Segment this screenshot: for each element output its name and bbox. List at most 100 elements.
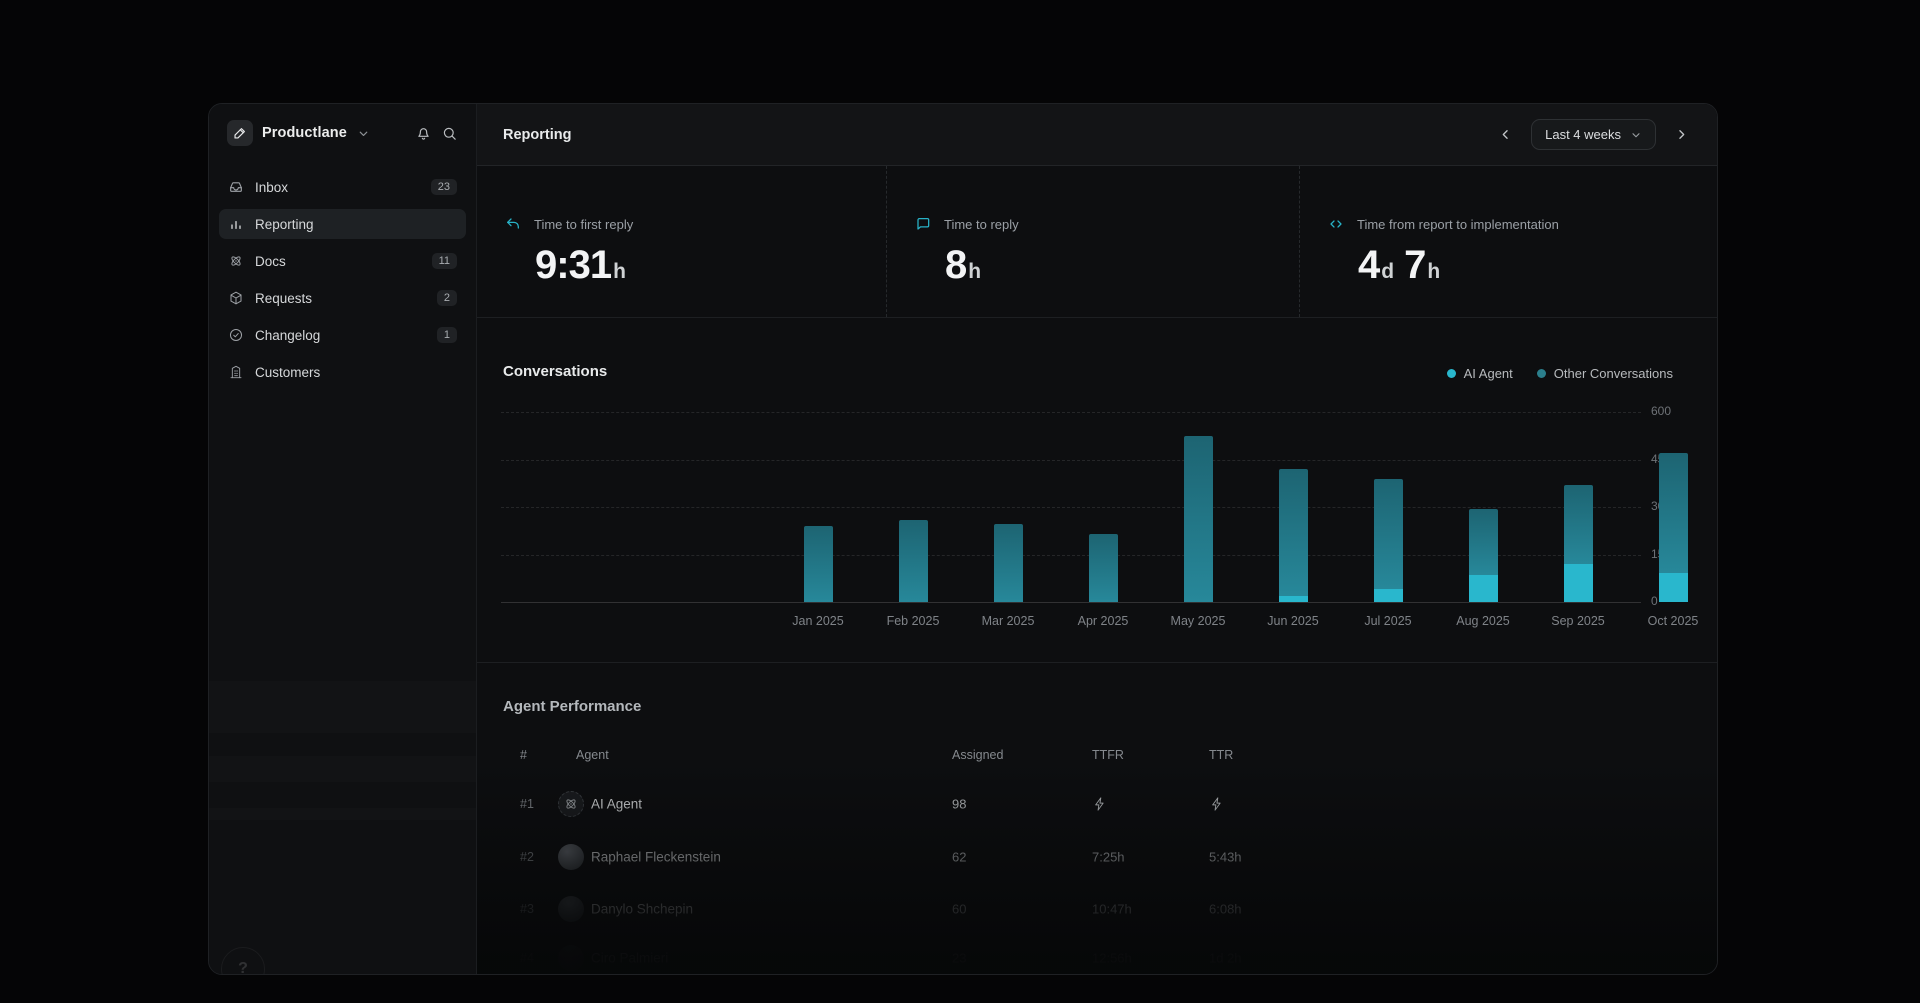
atom-icon — [228, 253, 244, 269]
ttr-cell: 1d 2h — [1209, 951, 1242, 966]
sidebar-item-docs[interactable]: Docs11 — [219, 246, 466, 276]
chevron-left-icon — [1498, 127, 1513, 142]
stat-value: 4d7h — [1358, 245, 1718, 285]
avatar — [558, 896, 584, 922]
legend-dot — [1537, 369, 1546, 378]
chevron-right-icon — [1674, 127, 1689, 142]
stat-card: Time to reply8h — [887, 166, 1300, 317]
assigned-cell: 62 — [952, 850, 966, 865]
table-row[interactable]: #1AI Agent98 — [477, 780, 1718, 828]
assigned-cell: 60 — [952, 902, 966, 917]
check-circle-icon — [228, 327, 244, 343]
sidebar-item-inbox[interactable]: Inbox 23 — [219, 172, 466, 202]
table-row[interactable]: #4Ciro Palmieri2312:56h1d 2h — [477, 934, 1718, 975]
bar-segment-other — [1089, 534, 1118, 602]
sidebar-item-label: Reporting — [255, 217, 314, 232]
ttfr-cell: 12:56h — [1092, 951, 1132, 966]
bar-oct-2025[interactable] — [1659, 453, 1688, 602]
ttfr-cell: 7:25h — [1092, 850, 1125, 865]
sidebar: Productlane Inbox 23 Reporting Docs11 Reques… — [209, 104, 477, 974]
stat-value-number: 4 — [1358, 243, 1379, 287]
agent-name-cell: AI Agent — [591, 797, 642, 812]
avatar — [558, 945, 584, 971]
table-row[interactable]: #3Danylo Shchepin6010:47h6:08h — [477, 885, 1718, 933]
x-axis-tick-label: Jun 2025 — [1248, 614, 1338, 628]
pen-icon — [233, 126, 247, 140]
bar-apr-2025[interactable] — [1089, 534, 1118, 602]
bar-segment-other — [1374, 479, 1403, 590]
inbox-icon — [228, 179, 244, 195]
sidebar-item-label: Requests — [255, 291, 312, 306]
conversations-section: Conversations AI AgentOther Conversation… — [477, 318, 1718, 663]
sidebar-item-label: Changelog — [255, 328, 320, 343]
prev-period-button[interactable] — [1494, 123, 1517, 146]
chat-bubble-icon — [915, 216, 931, 232]
bar-jan-2025[interactable] — [804, 526, 833, 602]
stat-card: Time to first reply 9:31h — [477, 166, 887, 317]
bar-segment-other — [1184, 436, 1213, 602]
date-range-select[interactable]: Last 4 weeks — [1531, 119, 1656, 150]
sidebar-item-label: Inbox — [255, 180, 288, 195]
bar-sep-2025[interactable] — [1564, 485, 1593, 602]
stats-row: Time to first reply 9:31hTime to reply8hT… — [477, 166, 1718, 318]
bar-aug-2025[interactable] — [1469, 509, 1498, 602]
cube-icon — [228, 290, 244, 306]
chevron-down-icon[interactable] — [357, 127, 370, 140]
column-header: Agent — [576, 748, 609, 762]
code-brackets-icon — [1328, 216, 1344, 232]
bar-jun-2025[interactable] — [1279, 469, 1308, 602]
stat-label-text: Time to first reply — [534, 217, 633, 232]
sidebar-skeleton-stripe — [209, 808, 476, 820]
table-row[interactable]: #2Raphael Fleckenstein627:25h5:43h — [477, 833, 1718, 881]
bar-segment-ai-agent — [1374, 589, 1403, 602]
stat-value-unit: h — [613, 260, 626, 283]
help-button[interactable]: ? — [221, 947, 265, 975]
sidebar-nav: Inbox 23 Reporting Docs11 Requests 2 Changelog… — [209, 162, 476, 387]
bell-icon[interactable] — [415, 125, 432, 142]
legend-item[interactable]: Other Conversations — [1537, 366, 1673, 381]
search-icon[interactable] — [441, 125, 458, 142]
column-header: TTR — [1209, 748, 1233, 762]
sidebar-item-customers[interactable]: Customers — [219, 357, 466, 387]
x-axis-tick-label: Jul 2025 — [1343, 614, 1433, 628]
agent-name-cell: Danylo Shchepin — [591, 902, 693, 917]
legend-label: Other Conversations — [1554, 366, 1673, 381]
stat-value: 8h — [945, 245, 1299, 285]
x-axis-tick-label: Sep 2025 — [1533, 614, 1623, 628]
assigned-cell: 23 — [952, 951, 966, 966]
bar-may-2025[interactable] — [1184, 436, 1213, 602]
stat-value-number: 8 — [945, 243, 966, 287]
bar-mar-2025[interactable] — [994, 524, 1023, 602]
stat-value-unit: d — [1381, 260, 1394, 283]
count-badge: 2 — [437, 290, 457, 306]
stat-value: 9:31h — [535, 245, 886, 285]
count-badge: 23 — [431, 179, 457, 195]
section-title-agent-performance: Agent Performance — [503, 698, 641, 715]
sidebar-item-changelog[interactable]: Changelog 1 — [219, 320, 466, 350]
next-period-button[interactable] — [1670, 123, 1693, 146]
bar-segment-ai-agent — [1659, 573, 1688, 602]
bar-segment-other — [899, 520, 928, 602]
sidebar-item-reporting[interactable]: Reporting — [219, 209, 466, 239]
header-controls: Last 4 weeks — [1494, 119, 1693, 150]
rank-cell: #3 — [520, 902, 534, 916]
sidebar-skeleton-stripe — [209, 681, 476, 733]
rank-cell: #2 — [520, 850, 534, 864]
x-axis-tick-label: May 2025 — [1153, 614, 1243, 628]
gridline — [501, 460, 1641, 461]
count-badge: 1 — [437, 327, 457, 343]
legend-item[interactable]: AI Agent — [1447, 366, 1513, 381]
x-axis-tick-label: Feb 2025 — [868, 614, 958, 628]
y-axis-tick-label: 600 — [1651, 404, 1695, 418]
agent-name-cell: Ciro Palmieri — [591, 951, 668, 966]
x-axis-tick-label: Oct 2025 — [1628, 614, 1718, 628]
bolt-icon — [1209, 796, 1225, 812]
workspace-name[interactable]: Productlane — [262, 125, 347, 141]
bar-feb-2025[interactable] — [899, 520, 928, 602]
sidebar-item-requests[interactable]: Requests 2 — [219, 283, 466, 313]
bar-segment-other — [1469, 509, 1498, 576]
bar-jul-2025[interactable] — [1374, 479, 1403, 602]
building-icon — [228, 364, 244, 380]
chart-legend: AI Agent Other Conversations — [1447, 366, 1673, 381]
workspace-logo[interactable] — [227, 120, 253, 146]
